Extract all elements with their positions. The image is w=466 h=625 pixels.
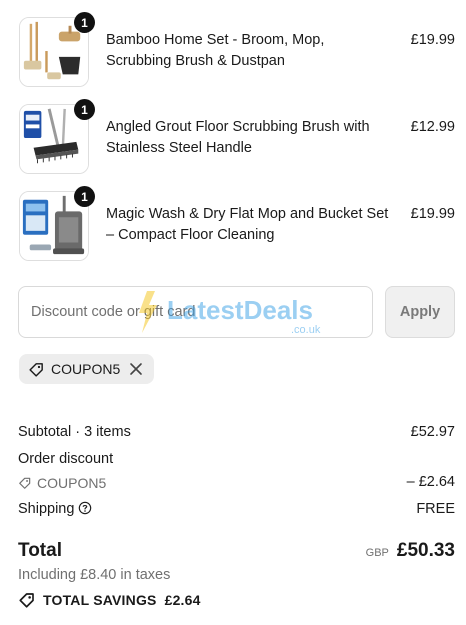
- tag-icon: [19, 593, 34, 608]
- apply-discount-button[interactable]: Apply: [385, 286, 455, 338]
- total-savings-value: £2.64: [164, 592, 201, 608]
- subtotal-row: Subtotal · 3 items £52.97: [18, 424, 455, 440]
- tag-icon: [29, 362, 43, 377]
- applied-coupon-chip: COUPON5: [19, 354, 154, 384]
- coupon-code: COUPON5: [51, 361, 121, 377]
- total-savings-label: TOTAL SAVINGS: [43, 592, 157, 608]
- product-price: £19.99: [410, 32, 455, 48]
- cart-line-item: 1 Bamboo Home Set - Broom, Mop, Scrubbin…: [19, 12, 455, 87]
- product-thumbnail[interactable]: 1: [19, 186, 95, 261]
- order-discount-row: Order discount – £2.64: [18, 451, 455, 490]
- cart-line-item: 1 Angled Grout Floor Scrubbing Brush wit…: [19, 99, 455, 174]
- total-amount-group: GBP £50.33: [366, 540, 455, 562]
- subtotal-value: £52.97: [410, 424, 455, 440]
- discount-form: Apply: [18, 286, 455, 338]
- shipping-row: Shipping FREE: [18, 501, 455, 517]
- taxes-note: Including £8.40 in taxes: [18, 567, 171, 583]
- order-discount-code-text: COUPON5: [37, 475, 107, 491]
- subtotal-label: Subtotal · 3 items: [18, 424, 131, 440]
- product-thumbnail[interactable]: 1: [19, 12, 95, 87]
- product-price: £19.99: [410, 206, 455, 222]
- quantity-badge: 1: [74, 99, 95, 120]
- product-name: Bamboo Home Set - Broom, Mop, Scrubbing …: [106, 32, 325, 69]
- tag-icon: [19, 477, 31, 489]
- order-discount-code: COUPON5: [18, 475, 106, 491]
- discount-code-input[interactable]: [18, 286, 373, 338]
- shipping-label: Shipping: [18, 501, 75, 517]
- product-name: Magic Wash & Dry Flat Mop and Bucket Set…: [106, 206, 389, 243]
- order-discount-value: – £2.64: [406, 474, 455, 490]
- total-savings: TOTAL SAVINGS £2.64: [18, 591, 201, 609]
- product-thumbnail[interactable]: 1: [19, 99, 95, 174]
- total-amount: £50.33: [396, 540, 455, 561]
- product-name: Angled Grout Floor Scrubbing Brush with …: [106, 119, 370, 156]
- quantity-badge: 1: [74, 12, 95, 33]
- product-price: £12.99: [410, 119, 455, 135]
- currency-code: GBP: [365, 547, 389, 559]
- remove-coupon-close-icon[interactable]: [129, 362, 143, 376]
- quantity-badge: 1: [74, 186, 95, 207]
- total-label: Total: [18, 540, 62, 561]
- cart-line-item: 1 Magic Wash & Dry Flat Mop and Bucket S…: [19, 186, 455, 261]
- order-discount-label: Order discount: [18, 451, 114, 467]
- shipping-value: FREE: [416, 501, 455, 517]
- help-circle-icon[interactable]: [78, 501, 92, 515]
